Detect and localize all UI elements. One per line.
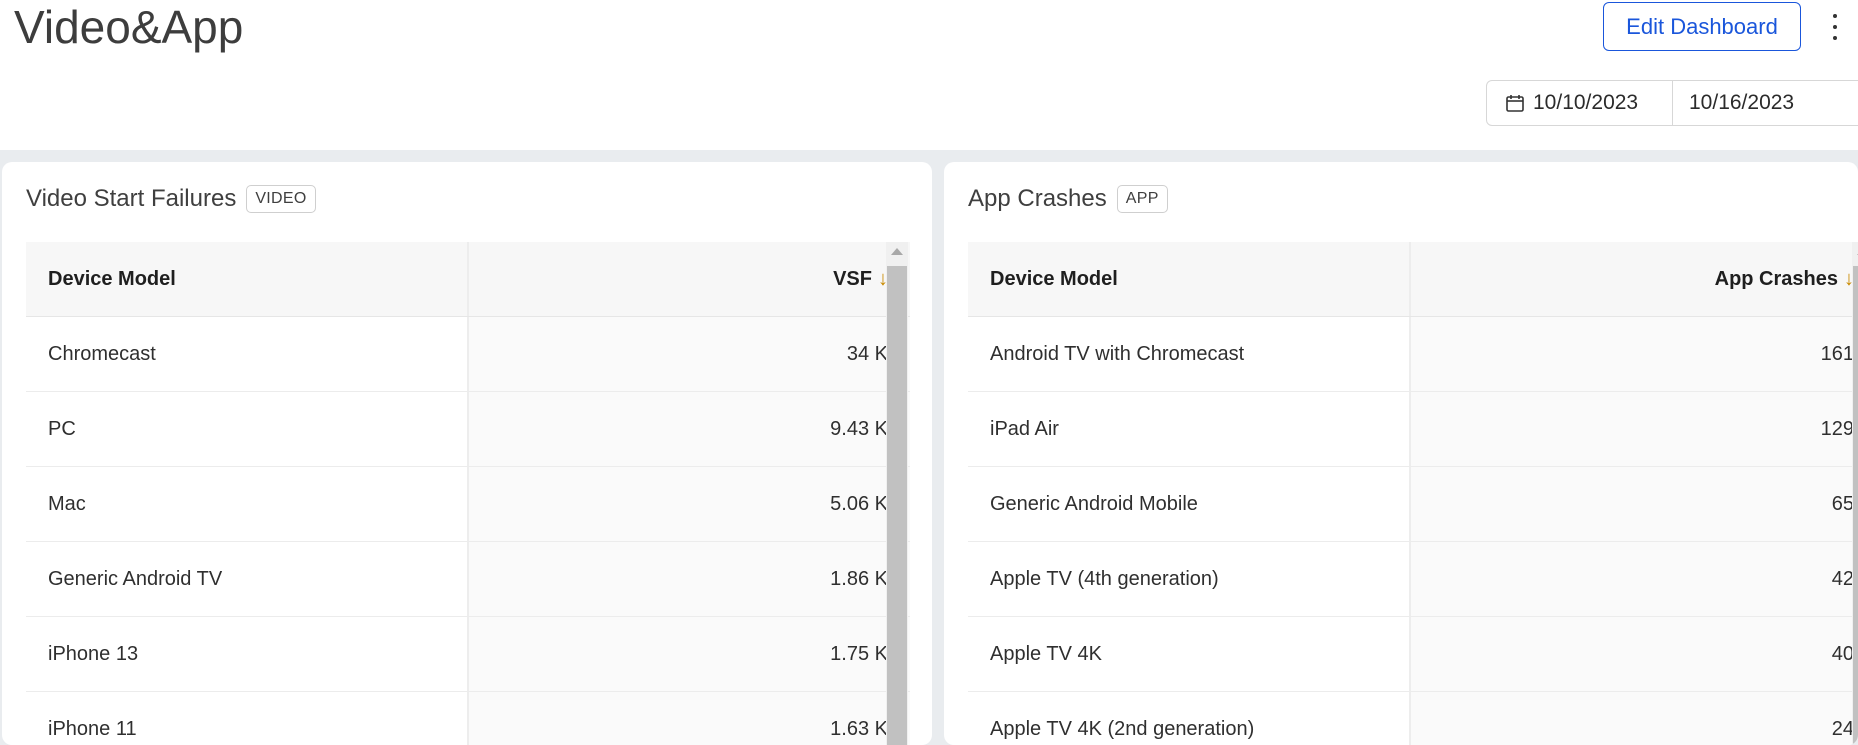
device-model-cell: PC [26, 392, 469, 466]
device-model-cell: Generic Android Mobile [968, 467, 1411, 541]
column-header-label: App Crashes [1714, 267, 1838, 290]
table-row[interactable]: Mac 5.06 K [26, 467, 910, 542]
more-vertical-icon[interactable] [1826, 8, 1844, 46]
column-header-app-crashes[interactable]: App Crashes ↓ [1411, 242, 1858, 316]
edit-dashboard-button[interactable]: Edit Dashboard [1603, 2, 1801, 51]
calendar-icon [1506, 95, 1524, 112]
table-row[interactable]: Chromecast 34 K [26, 317, 910, 392]
scrollbar-thumb[interactable] [1853, 266, 1858, 745]
metric-value-cell: 65 [1411, 467, 1858, 541]
metric-value-cell: 1.63 K [469, 692, 910, 745]
widget-header: Video Start Failures VIDEO [26, 185, 316, 213]
device-model-cell: Apple TV 4K [968, 617, 1411, 691]
scroll-up-arrow-icon[interactable] [891, 248, 903, 255]
device-model-cell: Android TV with Chromecast [968, 317, 1411, 391]
device-model-cell: Chromecast [26, 317, 469, 391]
table-row[interactable]: iPhone 13 1.75 K [26, 617, 910, 692]
table-row[interactable]: iPad Air 129 [968, 392, 1858, 467]
metric-value-cell: 42 [1411, 542, 1858, 616]
page-title: Video&App [14, 1, 244, 53]
widget-tag: APP [1116, 185, 1168, 213]
metric-value-cell: 1.86 K [469, 542, 910, 616]
scrollbar-thumb[interactable] [887, 266, 907, 745]
column-header-label: VSF [833, 267, 872, 290]
column-header-device-model[interactable]: Device Model [968, 242, 1411, 316]
metric-value-cell: 40 [1411, 617, 1858, 691]
table-row[interactable]: iPhone 11 1.63 K [26, 692, 910, 745]
device-model-cell: Apple TV 4K (2nd generation) [968, 692, 1411, 745]
device-model-cell: Mac [26, 467, 469, 541]
device-model-cell: iPhone 13 [26, 617, 469, 691]
table-header-row: Device Model App Crashes ↓ [968, 242, 1858, 317]
metric-value-cell: 1.75 K [469, 617, 910, 691]
vertical-scrollbar[interactable] [1852, 242, 1858, 745]
start-date-field[interactable]: 10/10/2023 [1487, 81, 1673, 125]
table-row[interactable]: Android TV with Chromecast 161 [968, 317, 1858, 392]
table-row[interactable]: Apple TV 4K 40 [968, 617, 1858, 692]
metric-value-cell: 5.06 K [469, 467, 910, 541]
table-row[interactable]: Generic Android TV 1.86 K [26, 542, 910, 617]
device-model-cell: Generic Android TV [26, 542, 469, 616]
table-row[interactable]: Generic Android Mobile 65 [968, 467, 1858, 542]
end-date-field[interactable]: 10/16/2023 [1673, 81, 1858, 125]
app-table: Device Model App Crashes ↓ Android TV wi… [968, 242, 1858, 745]
table-row[interactable]: Apple TV (4th generation) 42 [968, 542, 1858, 617]
app-crashes-widget: App Crashes APP Device Model App Crashes… [944, 162, 1858, 745]
start-date-value: 10/10/2023 [1533, 91, 1639, 114]
table-row[interactable]: PC 9.43 K [26, 392, 910, 467]
metric-value-cell: 129 [1411, 392, 1858, 466]
video-table: Device Model VSF ↓ Chromecast 34 K PC 9.43 … [26, 242, 932, 745]
device-model-cell: iPad Air [968, 392, 1411, 466]
metric-value-cell: 9.43 K [469, 392, 910, 466]
metric-value-cell: 34 K [469, 317, 910, 391]
metric-value-cell: 161 [1411, 317, 1858, 391]
table-header-row: Device Model VSF ↓ [26, 242, 910, 317]
end-date-value: 10/16/2023 [1689, 91, 1795, 114]
metric-value-cell: 24 [1411, 692, 1858, 745]
widget-title: App Crashes [968, 185, 1107, 212]
date-range-picker: 10/10/2023 10/16/2023 [1486, 80, 1858, 126]
widget-tag: VIDEO [246, 185, 316, 213]
widget-header: App Crashes APP [968, 185, 1168, 213]
device-model-cell: iPhone 11 [26, 692, 469, 745]
vertical-scrollbar[interactable] [886, 242, 908, 745]
column-header-device-model[interactable]: Device Model [26, 242, 469, 316]
table-row[interactable]: Apple TV 4K (2nd generation) 24 [968, 692, 1858, 745]
widget-title: Video Start Failures [26, 185, 237, 212]
column-header-vsf[interactable]: VSF ↓ [469, 242, 910, 316]
device-model-cell: Apple TV (4th generation) [968, 542, 1411, 616]
video-start-failures-widget: Video Start Failures VIDEO Device Model … [2, 162, 932, 745]
